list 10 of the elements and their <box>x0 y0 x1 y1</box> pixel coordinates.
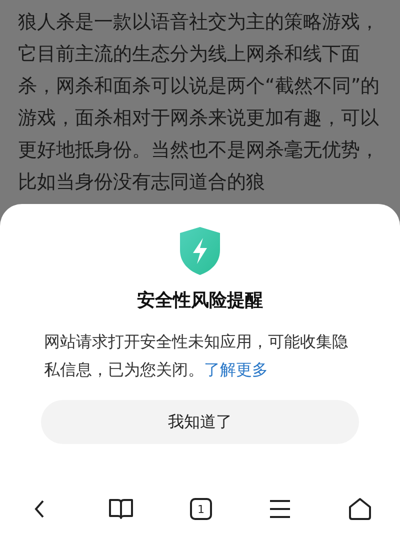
learn-more-link[interactable]: 了解更多 <box>204 360 268 379</box>
shield-lightning-icon <box>178 226 222 276</box>
book-icon[interactable] <box>108 497 134 521</box>
article-text: 狼人杀是一款以语音社交为主的策略游戏，它目前主流的生态分为线上网杀和线下面杀，网杀和面杀可以说是两个“截然不同”的游戏，面杀相对于网杀来说更加有趣，可以更好地抵身份。当然也不是网杀毫无优势，比如当身份没有志同道合的狼 <box>18 10 381 195</box>
tab-count-button[interactable]: 1 <box>190 498 212 520</box>
dialog-message: 网站请求打开安全性未知应用，可能收集隐私信息，已为您关闭。了解更多 <box>44 331 349 381</box>
menu-icon[interactable] <box>268 497 292 521</box>
home-icon[interactable] <box>348 497 372 521</box>
acknowledge-button[interactable]: 我知道了 <box>41 400 359 444</box>
dialog-title: 安全性风险提醒 <box>137 289 263 312</box>
